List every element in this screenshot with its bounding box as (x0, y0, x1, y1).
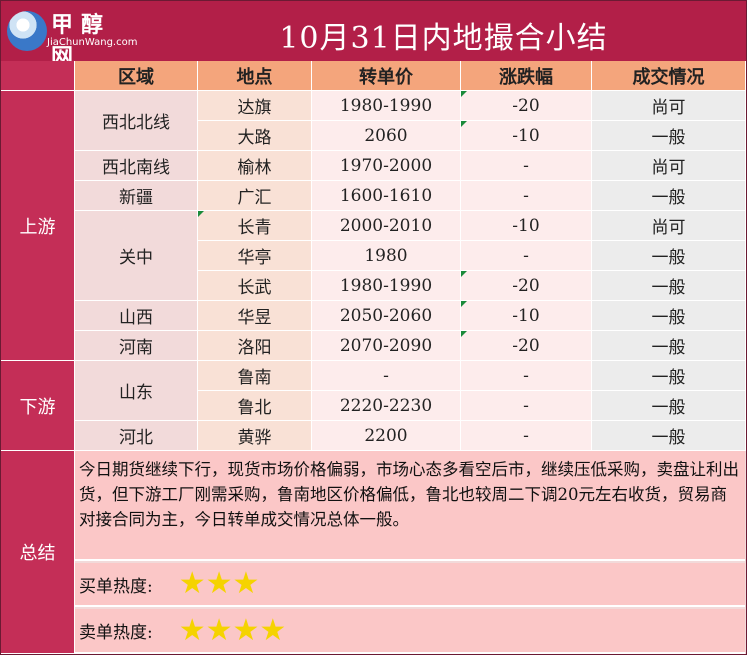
cell-change: - (461, 181, 592, 211)
cell-status: 一般 (592, 301, 746, 331)
cell-price: 2200 (312, 421, 461, 451)
site-logo[interactable]: 甲醇网 JiaChunWang.com (5, 5, 137, 70)
sell-heat-stars: ★★★★ (178, 612, 287, 648)
cell-place: 华昱 (198, 301, 312, 331)
cell-status: 尚可 (592, 151, 746, 181)
page-title: 10月31日内地撮合小结 (279, 21, 608, 56)
cell-price: 2000-2010 (312, 211, 461, 241)
cell-place: 鲁南 (198, 361, 312, 391)
cell-status: 一般 (592, 331, 746, 361)
logo-en-text: JiaChunWang.com (47, 37, 138, 48)
cell-status: 尚可 (592, 211, 746, 241)
col-header-status: 成交情况 (592, 61, 746, 91)
cell-status: 一般 (592, 181, 746, 211)
cell-change: -20 (461, 91, 592, 121)
cell-place: 黄骅 (198, 421, 312, 451)
cell-status: 一般 (592, 421, 746, 451)
cell-status: 尚可 (592, 91, 746, 121)
cell-change: -10 (461, 301, 592, 331)
cell-place: 达旗 (198, 91, 312, 121)
cell-price: 1600-1610 (312, 181, 461, 211)
cell-price: - (312, 361, 461, 391)
corner-cell (1, 61, 75, 91)
region-cell: 山西 (75, 301, 198, 331)
cell-place: 广汇 (198, 181, 312, 211)
cell-status: 一般 (592, 241, 746, 271)
cell-status: 一般 (592, 271, 746, 301)
sell-heat-label: 卖单热度: (79, 623, 153, 643)
cell-price: 1980-1990 (312, 91, 461, 121)
cell-change: -20 (461, 271, 592, 301)
cell-change: -20 (461, 331, 592, 361)
section-upstream: 上游 (1, 91, 75, 361)
cell-price: 2060 (312, 121, 461, 151)
title-bar: 甲醇网 JiaChunWang.com 10月31日内地撮合小结 (1, 1, 746, 70)
buy-heat-stars: ★★★ (178, 566, 260, 601)
cell-price: 2050-2060 (312, 301, 461, 331)
logo-globe-icon (7, 11, 47, 51)
cell-status: 一般 (592, 361, 746, 391)
cell-change: -10 (461, 121, 592, 151)
cell-place: 洛阳 (198, 331, 312, 361)
buy-heat-row: 买单热度: ★★★ (75, 563, 745, 607)
cell-place: 长武 (198, 271, 312, 301)
cell-change: - (461, 151, 592, 181)
cell-price: 1980-1990 (312, 271, 461, 301)
region-cell: 河南 (75, 331, 198, 361)
cell-change: - (461, 421, 592, 451)
cell-price: 2070-2090 (312, 331, 461, 361)
region-cell: 西北北线 (75, 91, 198, 151)
cell-place: 榆林 (198, 151, 312, 181)
cell-price: 1970-2000 (312, 151, 461, 181)
cell-status: 一般 (592, 121, 746, 151)
cell-change: - (461, 361, 592, 391)
col-header-change: 涨跌幅 (461, 61, 592, 91)
cell-place: 大路 (198, 121, 312, 151)
region-cell: 新疆 (75, 181, 198, 211)
buy-heat-label: 买单热度: (79, 576, 153, 597)
col-header-price: 转单价 (312, 61, 461, 91)
section-downstream: 下游 (1, 361, 75, 451)
cell-change: -10 (461, 211, 592, 241)
cell-change: - (461, 391, 592, 421)
col-header-place: 地点 (198, 61, 312, 91)
region-cell: 西北南线 (75, 151, 198, 181)
col-header-region: 区域 (75, 61, 198, 91)
cell-status: 一般 (592, 391, 746, 421)
region-cell: 关中 (75, 211, 198, 301)
cell-price: 1980 (312, 241, 461, 271)
cell-change: - (461, 241, 592, 271)
sell-heat-row: 卖单热度: ★★★★ (75, 609, 745, 654)
region-cell: 河北 (75, 421, 198, 451)
cell-place: 华亭 (198, 241, 312, 271)
summary-text: 今日期货继续下行，现货市场价格偏弱，市场心态多看空后市，继续压低采购，卖盘让利出… (75, 451, 745, 561)
cell-place: 长青 (198, 211, 312, 241)
region-cell: 山东 (75, 361, 198, 421)
cell-place: 鲁北 (198, 391, 312, 421)
cell-price: 2220-2230 (312, 391, 461, 421)
section-summary: 总结 (1, 451, 75, 654)
